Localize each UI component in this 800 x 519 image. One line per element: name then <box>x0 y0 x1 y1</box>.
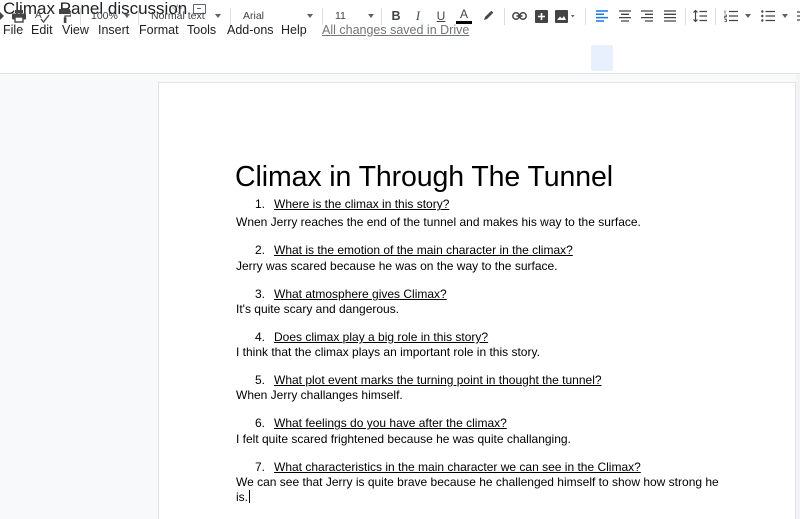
align-left-icon[interactable] <box>593 6 611 26</box>
insert-link-icon[interactable] <box>510 6 528 26</box>
toolbar-separator <box>80 8 81 25</box>
text-color-swatch <box>456 21 472 24</box>
list-number: 5. <box>255 373 266 387</box>
align-right-icon[interactable] <box>638 6 656 26</box>
italic-button[interactable]: I <box>410 6 426 26</box>
question-3: What atmosphere gives Climax? <box>274 287 447 301</box>
print-icon[interactable] <box>10 6 28 26</box>
toolbar-separator <box>230 8 231 25</box>
scrollbar[interactable] <box>796 75 800 519</box>
zoom-select[interactable]: 100% <box>91 10 118 22</box>
toolbar-separator <box>585 8 586 25</box>
numbered-list-icon[interactable] <box>722 6 740 26</box>
justify-icon[interactable] <box>661 6 679 26</box>
question-6: What feelings do you have after the clim… <box>274 416 507 430</box>
text-color-button[interactable]: A <box>455 6 473 26</box>
underline-button[interactable]: U <box>433 6 449 26</box>
menu-addons[interactable]: Add-ons <box>227 23 274 37</box>
add-comment-icon[interactable] <box>533 6 549 26</box>
text-color-label: A <box>459 7 468 21</box>
list-number: 7. <box>255 460 266 474</box>
toolbar <box>0 42 800 74</box>
menu-help[interactable]: Help <box>281 23 307 37</box>
spellcheck-icon[interactable]: A <box>33 6 51 26</box>
answer-3: It's quite scary and dangerous. <box>236 302 400 316</box>
toolbar-separator <box>504 8 505 25</box>
answer-6: I felt quite scared frightened because h… <box>236 432 571 446</box>
bulleted-list-dropdown-arrow-icon[interactable] <box>782 14 788 18</box>
question-4: Does climax play a big role in this stor… <box>274 330 489 344</box>
list-number: 6. <box>255 416 266 430</box>
answer-1: Wnen Jerry reaches the end of the tunnel… <box>236 215 641 229</box>
question-1: Where is the climax in this story? <box>274 197 450 211</box>
toolbar-separator <box>685 8 686 25</box>
font-select[interactable]: Arial <box>243 10 264 22</box>
answer-5: When Jerry challanges himself. <box>236 388 403 402</box>
question-2: What is the emotion of the main characte… <box>274 243 573 257</box>
list-number: 3. <box>255 287 266 301</box>
zoom-dropdown-arrow-icon[interactable] <box>124 14 130 18</box>
answer-4: I think that the climax plays an importa… <box>236 345 540 359</box>
toolbar-separator <box>138 8 139 25</box>
list-number: 2. <box>255 243 266 257</box>
align-center-icon[interactable] <box>616 6 634 26</box>
answer-2: Jerry was scared because he was on the w… <box>236 259 558 273</box>
bold-button[interactable]: B <box>388 6 404 26</box>
text-cursor <box>249 490 250 503</box>
toolbar-separator <box>381 8 382 25</box>
toolbar-separator <box>715 8 716 25</box>
more-tools-icon[interactable] <box>795 6 800 26</box>
insert-image-icon[interactable] <box>554 6 578 26</box>
style-dropdown-arrow-icon[interactable] <box>215 14 221 18</box>
active-highlight <box>591 45 613 71</box>
menu-tools[interactable]: Tools <box>187 23 216 37</box>
question-7: What characteristics in the main charact… <box>274 460 641 474</box>
answer-7-line-1: We can see that Jerry is quite brave bec… <box>236 475 719 489</box>
redo-icon[interactable] <box>0 6 5 26</box>
numbered-list-dropdown-arrow-icon[interactable] <box>745 14 751 18</box>
toolbar-separator <box>322 8 323 25</box>
font-size-select[interactable]: 11 <box>335 10 346 22</box>
font-dropdown-arrow-icon[interactable] <box>307 14 313 18</box>
paragraph-style-select[interactable]: Normal text <box>151 10 205 22</box>
menu-format[interactable]: Format <box>139 23 179 37</box>
bulleted-list-icon[interactable] <box>759 6 777 26</box>
line-spacing-icon[interactable] <box>691 6 709 26</box>
menu-insert[interactable]: Insert <box>98 23 129 37</box>
document-heading: Climax in Through The Tunnel <box>235 161 613 193</box>
list-number: 4. <box>255 330 266 344</box>
paint-format-icon[interactable] <box>56 6 74 26</box>
answer-7-line-2: is. <box>236 489 250 505</box>
answer-7-line-2-text: is. <box>236 490 248 504</box>
highlight-color-icon[interactable] <box>480 6 496 26</box>
font-size-dropdown-arrow-icon[interactable] <box>368 14 374 18</box>
list-number: 1. <box>255 197 266 211</box>
question-5: What plot event marks the turning point … <box>274 373 602 387</box>
